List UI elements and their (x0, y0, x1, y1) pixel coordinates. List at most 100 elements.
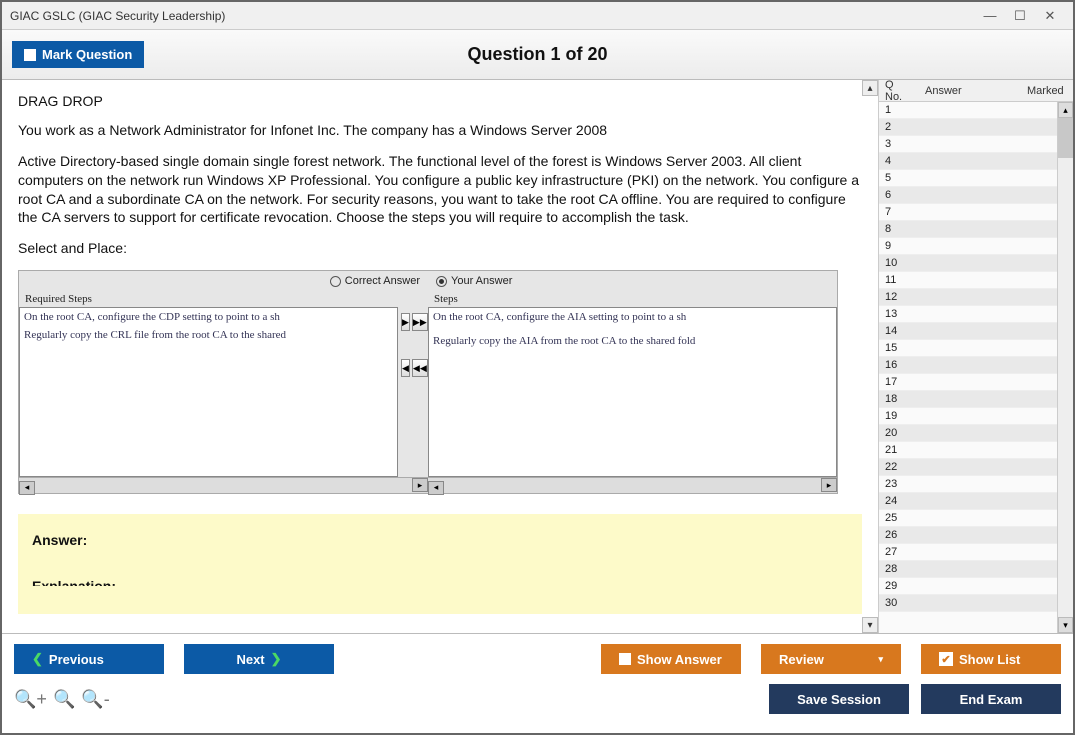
radio-icon (330, 276, 341, 287)
row-number: 16 (879, 359, 913, 371)
row-number: 28 (879, 563, 913, 575)
scroll-left-icon[interactable]: ◂ (428, 481, 444, 495)
scrollbar-thumb[interactable] (1058, 118, 1073, 158)
close-button[interactable]: ✕ (1035, 6, 1065, 26)
list-item[interactable]: Regularly copy the CRL file from the roo… (20, 326, 397, 344)
table-row[interactable]: 14 (879, 323, 1073, 340)
maximize-button[interactable]: ☐ (1005, 6, 1035, 26)
row-number: 3 (879, 138, 913, 150)
list-item[interactable]: Regularly copy the AIA from the root CA … (429, 332, 836, 350)
table-row[interactable]: 27 (879, 544, 1073, 561)
row-number: 15 (879, 342, 913, 354)
answer-label: Answer: (32, 532, 848, 548)
table-row[interactable]: 30 (879, 595, 1073, 612)
check-icon: ✔ (939, 652, 953, 666)
zoom-out-icon[interactable]: 🔍- (81, 689, 109, 710)
question-counter: Question 1 of 20 (467, 44, 607, 65)
table-row[interactable]: 21 (879, 442, 1073, 459)
your-answer-toggle[interactable]: Your Answer (428, 271, 837, 291)
row-number: 2 (879, 121, 913, 133)
scroll-up-icon[interactable]: ▴ (1058, 102, 1073, 118)
list-scrollbar[interactable]: ▴ ▾ (1057, 102, 1073, 633)
move-right-button[interactable]: ▶ (401, 313, 410, 331)
table-row[interactable]: 25 (879, 510, 1073, 527)
scroll-down-icon[interactable]: ▾ (862, 617, 878, 633)
table-row[interactable]: 1 (879, 102, 1073, 119)
table-row[interactable]: 23 (879, 476, 1073, 493)
zoom-in-icon[interactable]: 🔍+ (14, 689, 47, 710)
hscroll-right[interactable]: ◂ ▸ (428, 477, 837, 493)
chevron-left-icon: ❮ (32, 651, 43, 667)
header-bar: Mark Question Question 1 of 20 (2, 30, 1073, 80)
scroll-right-icon[interactable]: ▸ (821, 478, 837, 492)
col-answer: Answer (919, 83, 1021, 99)
table-row[interactable]: 10 (879, 255, 1073, 272)
list-item[interactable]: On the root CA, configure the CDP settin… (20, 308, 397, 326)
minimize-button[interactable]: — (975, 6, 1005, 26)
show-list-button[interactable]: ✔ Show List (921, 644, 1061, 674)
scroll-right-icon[interactable]: ▸ (412, 478, 428, 492)
hscroll-left[interactable]: ◂ ▸ (19, 477, 428, 493)
question-p1: You work as a Network Administrator for … (18, 121, 862, 140)
move-all-left-button[interactable]: ◀◀ (412, 359, 428, 377)
table-row[interactable]: 13 (879, 306, 1073, 323)
question-list[interactable]: 1234567891011121314151617181920212223242… (879, 102, 1073, 633)
table-row[interactable]: 2 (879, 119, 1073, 136)
scroll-left-icon[interactable]: ◂ (19, 481, 35, 495)
table-row[interactable]: 18 (879, 391, 1073, 408)
table-row[interactable]: 9 (879, 238, 1073, 255)
list-header: Q No. Answer Marked (879, 80, 1073, 102)
table-row[interactable]: 28 (879, 561, 1073, 578)
save-session-button[interactable]: Save Session (769, 684, 909, 714)
content-pane: ▴ DRAG DROP You work as a Network Admini… (2, 80, 878, 633)
required-steps-list[interactable]: On the root CA, configure the CDP settin… (19, 307, 398, 477)
row-number: 14 (879, 325, 913, 337)
correct-answer-toggle[interactable]: Correct Answer (19, 271, 428, 291)
table-row[interactable]: 4 (879, 153, 1073, 170)
table-row[interactable]: 12 (879, 289, 1073, 306)
row-number: 5 (879, 172, 913, 184)
end-exam-button[interactable]: End Exam (921, 684, 1061, 714)
table-row[interactable]: 17 (879, 374, 1073, 391)
table-row[interactable]: 7 (879, 204, 1073, 221)
previous-button[interactable]: ❮ Previous (14, 644, 164, 674)
row-number: 17 (879, 376, 913, 388)
table-row[interactable]: 26 (879, 527, 1073, 544)
table-row[interactable]: 5 (879, 170, 1073, 187)
next-label: Next (236, 652, 264, 667)
question-scroll[interactable]: ▴ DRAG DROP You work as a Network Admini… (2, 80, 878, 633)
scroll-up-icon[interactable]: ▴ (862, 80, 878, 96)
row-number: 9 (879, 240, 913, 252)
next-button[interactable]: Next ❯ (184, 644, 334, 674)
row-number: 7 (879, 206, 913, 218)
table-row[interactable]: 22 (879, 459, 1073, 476)
list-item[interactable]: On the root CA, configure the AIA settin… (429, 308, 836, 326)
move-all-right-button[interactable]: ▶▶ (412, 313, 428, 331)
table-row[interactable]: 24 (879, 493, 1073, 510)
row-number: 29 (879, 580, 913, 592)
table-row[interactable]: 11 (879, 272, 1073, 289)
move-left-button[interactable]: ◀ (401, 359, 410, 377)
table-row[interactable]: 29 (879, 578, 1073, 595)
row-number: 30 (879, 597, 913, 609)
table-row[interactable]: 3 (879, 136, 1073, 153)
main-area: ▴ DRAG DROP You work as a Network Admini… (2, 80, 1073, 633)
table-row[interactable]: 8 (879, 221, 1073, 238)
your-answer-label: Your Answer (451, 275, 512, 287)
review-button[interactable]: Review ▾ (761, 644, 901, 674)
table-row[interactable]: 16 (879, 357, 1073, 374)
row-number: 27 (879, 546, 913, 558)
zoom-reset-icon[interactable]: 🔍 (53, 689, 75, 710)
row-number: 24 (879, 495, 913, 507)
footer: ❮ Previous Next ❯ Show Answer Review ▾ ✔… (2, 633, 1073, 733)
steps-list[interactable]: On the root CA, configure the AIA settin… (428, 307, 837, 477)
scroll-down-icon[interactable]: ▾ (1058, 617, 1073, 633)
table-row[interactable]: 15 (879, 340, 1073, 357)
show-answer-button[interactable]: Show Answer (601, 644, 741, 674)
table-row[interactable]: 20 (879, 425, 1073, 442)
chevron-down-icon: ▾ (878, 654, 883, 665)
table-row[interactable]: 19 (879, 408, 1073, 425)
checkbox-icon (24, 49, 36, 61)
table-row[interactable]: 6 (879, 187, 1073, 204)
mark-question-button[interactable]: Mark Question (12, 41, 144, 68)
